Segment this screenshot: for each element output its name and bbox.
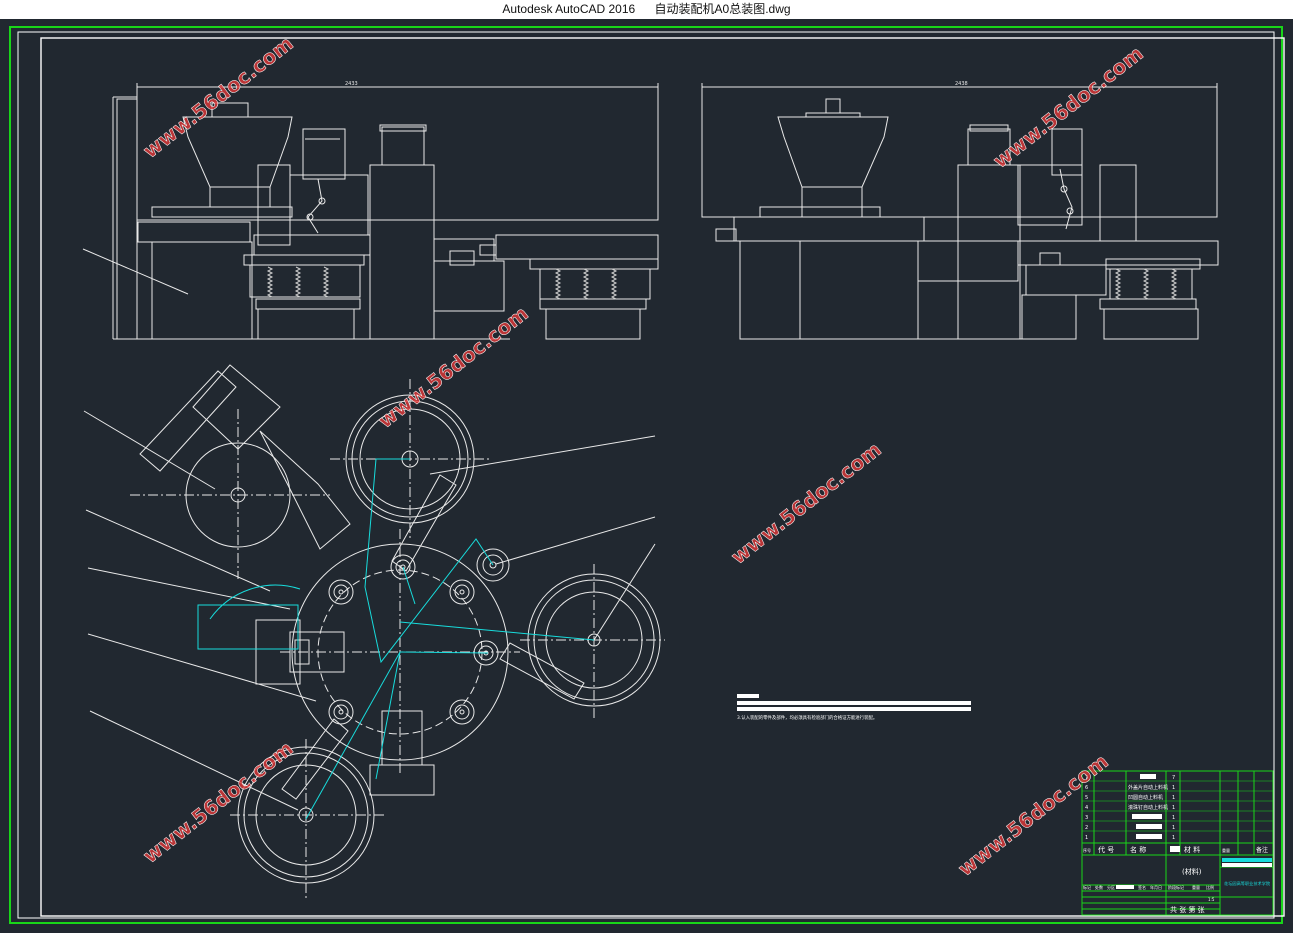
count-label: 共 张 第 张 xyxy=(1170,905,1205,914)
sign-label: 签名 xyxy=(1138,884,1146,890)
table-row: 6 外盖片自动上料机 1 xyxy=(1085,784,1175,791)
part-seq: 3 xyxy=(1085,815,1088,821)
sign-label: 年月日 xyxy=(1150,884,1162,890)
watermark-text: www.56doc.com xyxy=(138,31,297,163)
part-qty: 1 xyxy=(1172,815,1175,821)
part-seq: 5 xyxy=(1085,795,1088,801)
table-row: 5 凹圆自动上料机 1 xyxy=(1085,794,1175,801)
parts-header: 序号 代 号 名 称 材 料 重量 备注 xyxy=(1083,845,1268,854)
part-seq: 2 xyxy=(1085,825,1088,831)
outer-frame xyxy=(9,26,1283,924)
part-seq: 1 xyxy=(1085,835,1088,841)
file-name: 自动装配机A0总装图.dwg xyxy=(654,2,791,16)
tech-notes: 3.认入装配的零件及部件，均必须具有检验部门的合格证方能进行装配。 xyxy=(737,694,971,721)
part-name: 滚珠钉自动上料机 xyxy=(1128,804,1168,811)
tech-note-line: 3.认入装配的零件及部件，均必须具有检验部门的合格证方能进行装配。 xyxy=(737,714,877,721)
side-view[interactable]: 2438 xyxy=(701,81,1219,340)
part-seq: 4 xyxy=(1085,805,1088,811)
header-weight: 重量 xyxy=(1222,847,1230,853)
part-qty: 1 xyxy=(1172,785,1175,791)
drawing-canvas[interactable]: 2433 2438 3.认入装配的零件及部件，均必须具有检验部门的合格证方能进行… xyxy=(0,19,1293,933)
table-row: 4 滚珠钉自动上料机 1 xyxy=(1085,804,1175,811)
title-block[interactable]: 7 7 6 外盖片自动上料机 1 5 凹圆自动上料机 1 4 滚珠钉自动上料机 … xyxy=(1081,770,1274,916)
stage-label: 重量 xyxy=(1192,884,1200,890)
table-row: 1 1 xyxy=(1085,834,1175,841)
part-qty: 1 xyxy=(1172,805,1175,811)
part-qty: 7 xyxy=(1172,775,1175,781)
side-dim-label: 2438 xyxy=(955,81,968,87)
app-name: Autodesk AutoCAD 2016 xyxy=(502,2,636,16)
company-label: 花坛园高等职业技术学院 xyxy=(1224,880,1271,887)
part-name: 外盖片自动上料机 xyxy=(1128,784,1168,791)
watermark-text: www.56doc.com xyxy=(373,301,532,433)
stage-label: 比例 xyxy=(1206,884,1214,890)
stage-label: 阶段标记 xyxy=(1168,884,1184,890)
watermarks: www.56doc.com www.56doc.com www.56doc.co… xyxy=(138,31,1148,881)
watermark-text: www.56doc.com xyxy=(988,41,1147,173)
part-qty: 1 xyxy=(1172,795,1175,801)
header-name: 名 称 xyxy=(1130,845,1146,854)
window-titlebar[interactable]: Autodesk AutoCAD 2016 自动装配机A0总装图.dwg xyxy=(0,0,1293,19)
sign-label: 标记 xyxy=(1083,884,1091,890)
sign-label: 处数 xyxy=(1095,884,1103,890)
table-row: 2 1 xyxy=(1085,824,1175,831)
sign-table: 标记 处数 分区 签名 年月日 阶段标记 重量 比例 1:5 xyxy=(1083,884,1215,902)
sign-label: 分区 xyxy=(1107,884,1115,890)
front-dim-label: 2433 xyxy=(345,81,358,87)
part-qty: 1 xyxy=(1172,835,1175,841)
watermark-text: www.56doc.com xyxy=(953,749,1112,881)
scale-value: 1:5 xyxy=(1208,897,1215,902)
header-note: 备注 xyxy=(1256,846,1268,854)
table-row: 3 1 xyxy=(1085,814,1175,821)
part-name: 凹圆自动上料机 xyxy=(1128,794,1163,801)
watermark-text: www.56doc.com xyxy=(726,437,885,569)
header-code: 代 号 xyxy=(1098,845,1114,854)
header-seq: 序号 xyxy=(1083,847,1091,853)
part-qty: 1 xyxy=(1172,825,1175,831)
material-label: (材料) xyxy=(1182,867,1202,876)
watermark-text: www.56doc.com xyxy=(138,736,297,868)
header-material: 材 料 xyxy=(1184,845,1200,854)
